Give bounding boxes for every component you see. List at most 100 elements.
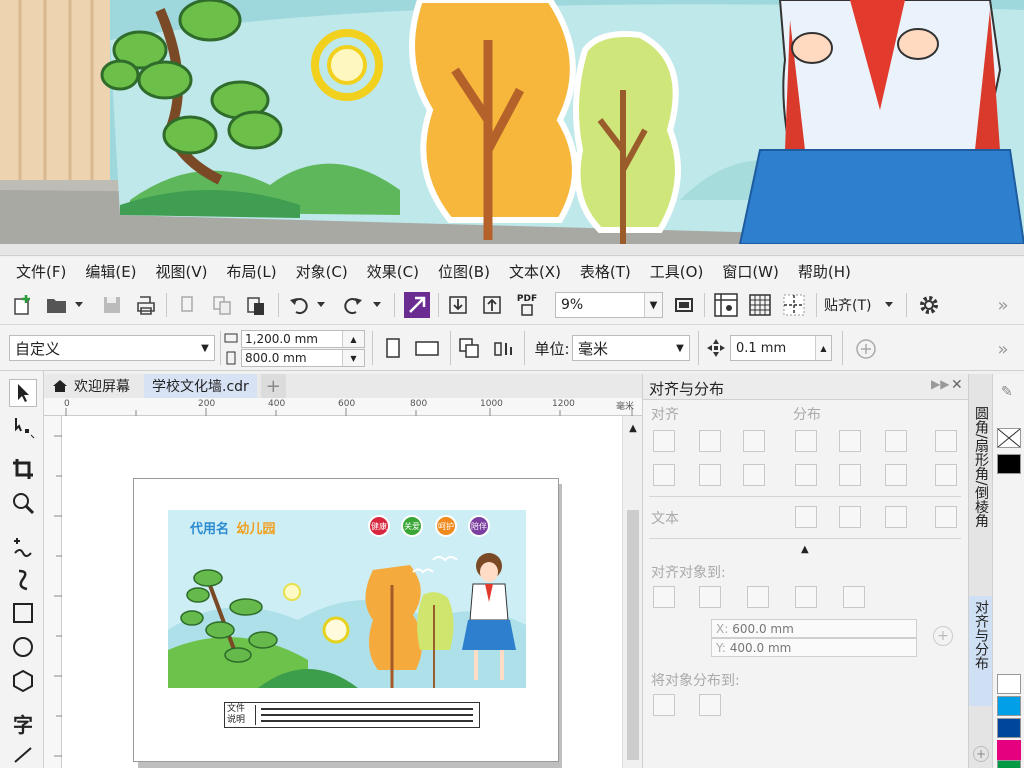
menu-text[interactable]: 文本(X) xyxy=(509,261,561,282)
text-first-baseline-icon[interactable] xyxy=(795,506,817,528)
zoom-dropdown-chevron-icon[interactable]: ▼ xyxy=(644,293,662,317)
save-icon[interactable] xyxy=(100,293,124,317)
redo-dropdown-chevron-icon[interactable] xyxy=(370,295,384,315)
align-horizontal-center-icon[interactable] xyxy=(699,430,721,452)
vertical-scrollbar[interactable]: ▲ xyxy=(622,416,642,768)
preset-dropdown-chevron-icon[interactable]: ▼ xyxy=(196,336,214,360)
align-to-page-center-icon[interactable] xyxy=(747,586,769,608)
drawing-canvas[interactable]: 代用名 幼儿园 健康 关爱 呵护 陪伴 文件 说明 xyxy=(62,416,622,768)
docker-close-icon[interactable]: ✕ xyxy=(951,377,963,393)
menu-window[interactable]: 窗口(W) xyxy=(722,261,779,282)
menu-help[interactable]: 帮助(H) xyxy=(798,261,851,282)
align-left-icon[interactable] xyxy=(653,430,675,452)
tab-fillet-scallop-chamfer[interactable]: 圆角/扇形角/倒棱角 xyxy=(969,402,993,596)
rectangle-tool-icon[interactable] xyxy=(9,599,37,627)
align-y-input[interactable]: Y: 400.0 mm xyxy=(711,638,917,657)
align-to-page-edge-icon[interactable] xyxy=(699,586,721,608)
polygon-tool-icon[interactable] xyxy=(9,667,37,695)
swatch-white[interactable] xyxy=(997,674,1021,694)
distribute-bottom-icon[interactable] xyxy=(885,464,907,486)
show-grid-icon[interactable] xyxy=(746,291,774,319)
distribute-middle-icon[interactable] xyxy=(839,464,861,486)
pick-tool-icon[interactable] xyxy=(9,379,37,407)
text-outline-icon[interactable] xyxy=(935,506,957,528)
menu-tools[interactable]: 工具(O) xyxy=(650,261,704,282)
units-dropdown-chevron-icon[interactable]: ▼ xyxy=(671,336,689,360)
height-spin-arrow-icon[interactable]: ▼ xyxy=(342,350,364,366)
align-x-input[interactable]: X: 600.0 mm xyxy=(711,619,917,638)
tab-align-distribute[interactable]: 对齐与分布 xyxy=(969,596,993,706)
align-vertical-center-icon[interactable] xyxy=(699,464,721,486)
parallel-dimension-tool-icon[interactable] xyxy=(9,743,37,765)
tab-document[interactable]: 学校文化墙.cdr xyxy=(144,374,257,398)
crop-tool-icon[interactable] xyxy=(9,455,37,483)
docker-expand-chevron-icon[interactable]: ▲ xyxy=(801,544,809,555)
align-to-grid-icon[interactable] xyxy=(795,586,817,608)
menu-edit[interactable]: 编辑(E) xyxy=(85,261,136,282)
copy-icon[interactable] xyxy=(210,293,234,317)
horizontal-ruler[interactable]: 0 200 400 600 800 1000 1200 毫米 xyxy=(44,398,642,416)
menu-object[interactable]: 对象(C) xyxy=(296,261,348,282)
artistic-media-tool-icon[interactable] xyxy=(9,565,37,593)
swatch-blue[interactable] xyxy=(997,718,1021,738)
portrait-orientation-icon[interactable] xyxy=(382,335,404,361)
docker-collapse-icon[interactable]: ▶▶ xyxy=(931,377,949,391)
menu-bitmaps[interactable]: 位图(B) xyxy=(438,261,490,282)
cut-icon[interactable] xyxy=(176,293,200,317)
scroll-thumb[interactable] xyxy=(627,510,639,760)
menu-view[interactable]: 视图(V) xyxy=(156,261,208,282)
current-page-icon[interactable] xyxy=(490,335,516,361)
vertical-ruler[interactable] xyxy=(44,416,62,768)
all-pages-icon[interactable] xyxy=(456,335,482,361)
ellipse-tool-icon[interactable] xyxy=(9,633,37,661)
import-icon[interactable] xyxy=(446,293,470,317)
align-top-icon[interactable] xyxy=(653,464,675,486)
align-to-active-objects-icon[interactable] xyxy=(653,586,675,608)
landscape-orientation-icon[interactable] xyxy=(412,335,442,361)
distribute-right-icon[interactable] xyxy=(885,430,907,452)
redo-icon[interactable] xyxy=(340,293,366,317)
export-icon[interactable] xyxy=(480,293,504,317)
page-height-input[interactable]: 800.0 mm ▼ xyxy=(241,349,365,367)
zoom-tool-icon[interactable] xyxy=(9,489,37,517)
publish-pdf-icon[interactable]: PDF xyxy=(514,291,540,319)
units-combo[interactable]: 毫米 ▼ xyxy=(572,335,690,361)
nudge-spin-arrow-icon[interactable]: ▲ xyxy=(815,336,831,360)
distribute-spacing-h-icon[interactable] xyxy=(935,430,957,452)
freehand-tool-icon[interactable] xyxy=(9,531,37,559)
scroll-up-arrow-icon[interactable]: ▲ xyxy=(626,420,640,436)
print-icon[interactable] xyxy=(134,293,158,317)
shape-tool-icon[interactable] xyxy=(9,413,37,441)
menu-effects[interactable]: 效果(C) xyxy=(367,261,419,282)
toolbar-overflow-icon[interactable]: » xyxy=(994,293,1012,317)
zoom-level-combo[interactable]: 9% ▼ xyxy=(555,292,663,318)
undo-dropdown-chevron-icon[interactable] xyxy=(314,295,328,315)
add-tab-button[interactable]: + xyxy=(260,374,286,398)
new-document-icon[interactable] xyxy=(10,293,34,317)
menu-layout[interactable]: 布局(L) xyxy=(227,261,277,282)
text-bounding-box-icon[interactable] xyxy=(885,506,907,528)
width-spin-arrow-icon[interactable]: ▲ xyxy=(342,331,364,347)
page-width-input[interactable]: 1,200.0 mm ▲ xyxy=(241,330,365,348)
add-page-icon[interactable] xyxy=(854,337,878,361)
nudge-distance-input[interactable]: 0.1 mm ▲ xyxy=(730,335,832,361)
show-rulers-icon[interactable] xyxy=(712,291,740,319)
swatch-green[interactable] xyxy=(997,760,1021,768)
distribute-left-icon[interactable] xyxy=(795,430,817,452)
open-folder-icon[interactable] xyxy=(44,293,70,317)
options-gear-icon[interactable] xyxy=(916,293,942,317)
file-caption-box[interactable]: 文件 说明 xyxy=(224,702,480,728)
snap-to-menu[interactable]: 贴齐(T) xyxy=(824,293,880,317)
distribute-top-icon[interactable] xyxy=(795,464,817,486)
swatch-magenta[interactable] xyxy=(997,740,1021,760)
add-point-icon[interactable]: + xyxy=(933,626,953,646)
paste-icon[interactable] xyxy=(244,293,268,317)
distribute-spacing-v-icon[interactable] xyxy=(935,464,957,486)
menu-file[interactable]: 文件(F) xyxy=(16,261,66,282)
undo-icon[interactable] xyxy=(286,293,312,317)
distribute-to-selection-icon[interactable] xyxy=(653,694,675,716)
open-dropdown-chevron-icon[interactable] xyxy=(72,295,86,315)
text-tool-icon[interactable]: 字 xyxy=(9,709,37,737)
full-screen-preview-icon[interactable] xyxy=(672,293,696,317)
text-last-baseline-icon[interactable] xyxy=(839,506,861,528)
